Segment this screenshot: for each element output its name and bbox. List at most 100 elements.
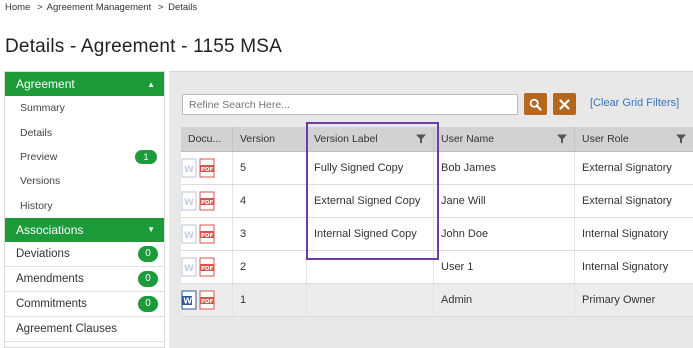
sidebar-item-commitments[interactable]: Commitments 0 bbox=[5, 292, 164, 317]
word-document-icon[interactable]: W bbox=[181, 257, 198, 278]
word-document-icon[interactable]: W bbox=[181, 224, 198, 245]
user-name-cell: Jane Will bbox=[434, 185, 575, 217]
breadcrumb-separator: > bbox=[157, 2, 164, 13]
document-cell: W PDF bbox=[181, 185, 233, 217]
count-badge: 1 bbox=[135, 149, 157, 164]
user-name-cell: User 1 bbox=[434, 251, 575, 283]
search-button[interactable] bbox=[524, 93, 547, 115]
version-label-cell bbox=[307, 284, 434, 316]
svg-text:W: W bbox=[183, 296, 192, 305]
user-role-cell: External Signatory bbox=[582, 162, 672, 174]
grid-header: Docu... Version Version Label User Name … bbox=[181, 127, 693, 152]
sidebar-item-label: Commitments bbox=[16, 297, 87, 310]
clear-grid-filters-link[interactable]: [Clear Grid Filters] bbox=[590, 97, 679, 109]
column-header-user-name[interactable]: User Name bbox=[434, 127, 575, 151]
user-name-cell: John Doe bbox=[434, 218, 575, 250]
sidebar-item-agreement-clauses[interactable]: Agreement Clauses bbox=[5, 317, 164, 342]
caret-up-icon: ▲ bbox=[147, 79, 155, 89]
version-cell: 1 bbox=[233, 284, 307, 316]
column-header-version[interactable]: Version bbox=[233, 127, 307, 151]
svg-text:W: W bbox=[184, 264, 194, 274]
sidebar-item-preview[interactable]: Preview 1 bbox=[5, 145, 164, 169]
caret-down-icon: ▼ bbox=[147, 225, 155, 235]
sidebar-associations-header-label: Associations bbox=[16, 222, 84, 237]
svg-text:PDF: PDF bbox=[201, 266, 214, 272]
breadcrumb-separator: > bbox=[36, 2, 43, 13]
sidebar-item-label: Agreement Clauses bbox=[16, 322, 117, 335]
sidebar-item-label: History bbox=[20, 199, 53, 212]
user-role-cell: Primary Owner bbox=[582, 294, 656, 306]
svg-text:W: W bbox=[184, 165, 194, 175]
version-label-cell: Internal Signed Copy bbox=[307, 218, 434, 250]
version-label-cell: Fully Signed Copy bbox=[307, 152, 434, 184]
word-document-icon[interactable]: W bbox=[181, 290, 198, 311]
filter-icon[interactable] bbox=[557, 134, 567, 144]
pdf-document-icon[interactable]: PDF bbox=[199, 224, 216, 245]
version-label-cell: External Signed Copy bbox=[307, 185, 434, 217]
word-document-icon[interactable]: W bbox=[181, 158, 198, 179]
column-header-document[interactable]: Docu... bbox=[181, 127, 233, 151]
breadcrumb-home[interactable]: Home bbox=[5, 2, 30, 13]
column-header-label: User Role bbox=[582, 133, 629, 145]
version-cell: 4 bbox=[233, 185, 307, 217]
user-name-cell: Admin bbox=[434, 284, 575, 316]
search-input[interactable] bbox=[182, 94, 518, 115]
table-row[interactable]: W PDF 2 User 1 Internal Signatory bbox=[181, 251, 693, 284]
svg-text:W: W bbox=[184, 231, 194, 241]
word-document-icon[interactable]: W bbox=[181, 191, 198, 212]
versions-panel: [Clear Grid Filters] Docu... Version Ver… bbox=[169, 71, 693, 348]
table-row[interactable]: W PDF 3 Internal Signed Copy John Doe In… bbox=[181, 218, 693, 251]
sidebar-item-deviations[interactable]: Deviations 0 bbox=[5, 242, 164, 267]
svg-text:PDF: PDF bbox=[201, 167, 214, 173]
versions-grid: Docu... Version Version Label User Name … bbox=[181, 127, 693, 317]
breadcrumb-agreement-management[interactable]: Agreement Management bbox=[47, 2, 152, 13]
count-badge: 0 bbox=[138, 295, 158, 312]
pdf-document-icon[interactable]: PDF bbox=[199, 191, 216, 212]
sidebar-item-label: Deviations bbox=[16, 247, 70, 260]
document-cell: W PDF bbox=[181, 251, 233, 283]
sidebar-item-label: Preview bbox=[20, 150, 58, 163]
sidebar-item-versions[interactable]: Versions bbox=[5, 169, 164, 193]
page-title: Details - Agreement - 1155 MSA bbox=[5, 36, 283, 57]
column-header-version-label[interactable]: Version Label bbox=[307, 127, 434, 151]
breadcrumb: Home > Agreement Management > Details bbox=[5, 2, 199, 13]
user-role-cell: External Signatory bbox=[582, 195, 672, 207]
sidebar-agreement-header[interactable]: Agreement ▲ bbox=[5, 72, 164, 96]
sidebar-associations-header[interactable]: Associations ▼ bbox=[5, 217, 164, 242]
column-header-label: Version bbox=[240, 133, 276, 145]
table-row[interactable]: W PDF 4 External Signed Copy Jane Will E… bbox=[181, 185, 693, 218]
pdf-document-icon[interactable]: PDF bbox=[199, 290, 216, 311]
column-header-user-role[interactable]: User Role bbox=[575, 127, 693, 151]
count-badge: 0 bbox=[138, 245, 158, 262]
sidebar: Agreement ▲ Summary Details Preview 1 Ve… bbox=[4, 71, 165, 348]
filter-icon[interactable] bbox=[416, 134, 426, 144]
filter-icon[interactable] bbox=[676, 134, 686, 144]
close-icon bbox=[559, 98, 570, 110]
version-cell: 2 bbox=[233, 251, 307, 283]
user-name-cell: Bob James bbox=[434, 152, 575, 184]
sidebar-item-summary[interactable]: Summary bbox=[5, 96, 164, 120]
svg-text:PDF: PDF bbox=[201, 299, 214, 305]
sidebar-item-label: Versions bbox=[20, 175, 61, 188]
sidebar-agreement-header-label: Agreement bbox=[16, 77, 75, 91]
search-icon bbox=[529, 98, 542, 111]
document-cell: W PDF bbox=[181, 284, 233, 316]
svg-text:W: W bbox=[184, 198, 194, 208]
clear-search-button[interactable] bbox=[553, 93, 576, 115]
table-row[interactable]: W PDF 1 Admin Primary Owner bbox=[181, 284, 693, 317]
sidebar-item-label: Details bbox=[20, 126, 53, 139]
table-row[interactable]: W PDF 5 Fully Signed Copy Bob James Exte… bbox=[181, 152, 693, 185]
pdf-document-icon[interactable]: PDF bbox=[199, 257, 216, 278]
sidebar-item-amendments[interactable]: Amendments 0 bbox=[5, 267, 164, 292]
sidebar-item-history[interactable]: History bbox=[5, 194, 164, 218]
document-cell: W PDF bbox=[181, 218, 233, 250]
user-role-cell: Internal Signatory bbox=[582, 261, 669, 273]
sidebar-item-details[interactable]: Details bbox=[5, 120, 164, 144]
pdf-document-icon[interactable]: PDF bbox=[199, 158, 216, 179]
column-header-label: Docu... bbox=[188, 133, 222, 145]
column-header-label: User Name bbox=[441, 133, 495, 145]
breadcrumb-current: Details bbox=[168, 2, 198, 13]
sidebar-item-label: Summary bbox=[20, 102, 65, 115]
svg-text:PDF: PDF bbox=[201, 200, 214, 206]
version-cell: 3 bbox=[233, 218, 307, 250]
